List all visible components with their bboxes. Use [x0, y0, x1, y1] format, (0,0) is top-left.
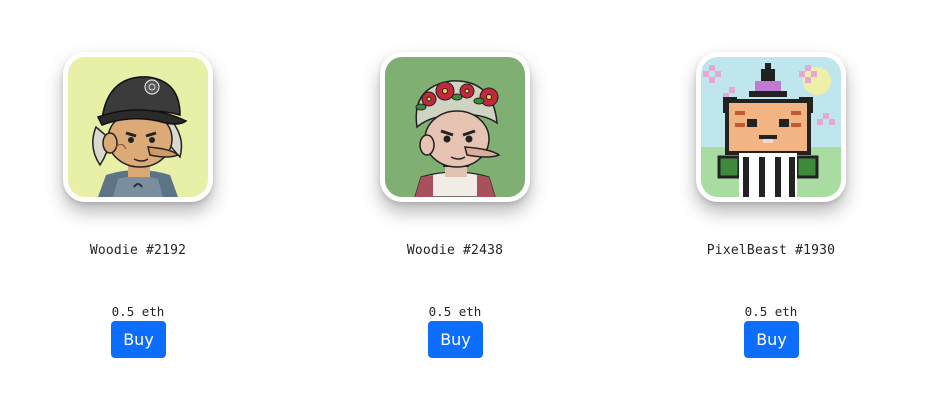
nft-card: PixelBeast #1930 0.5 eth Buy [651, 0, 891, 417]
nft-card: Woodie #2438 0.5 eth Buy [335, 0, 575, 417]
nft-price: 0.5 eth [111, 304, 165, 319]
pixelbeast-portrait-icon [701, 57, 841, 197]
nft-price: 0.5 eth [428, 304, 482, 319]
nft-thumbnail[interactable] [63, 52, 213, 202]
nft-price: 0.5 eth [744, 304, 798, 319]
woodie-portrait-icon [68, 57, 208, 197]
nft-grid: Woodie #2192 0.5 eth Buy Woodie #2438 0.… [0, 0, 938, 417]
nft-card: Woodie #2192 0.5 eth Buy [18, 0, 258, 417]
buy-button[interactable]: Buy [428, 321, 483, 358]
nft-name: Woodie #2438 [406, 243, 504, 258]
buy-button[interactable]: Buy [111, 321, 166, 358]
nft-thumbnail[interactable] [696, 52, 846, 202]
nft-name: PixelBeast #1930 [706, 243, 836, 258]
nft-name: Woodie #2192 [89, 243, 187, 258]
buy-button[interactable]: Buy [744, 321, 799, 358]
nft-thumbnail[interactable] [380, 52, 530, 202]
woodie-portrait-icon [385, 57, 525, 197]
